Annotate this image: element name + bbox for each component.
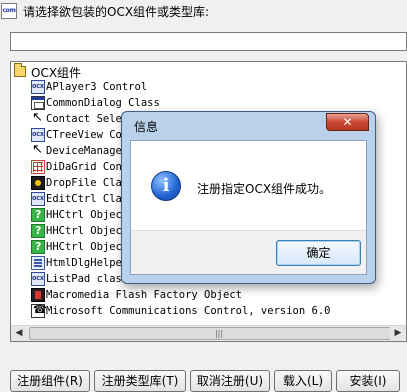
comm-icon [31,303,47,318]
tree-item[interactable]: CommonDialog Class [29,95,406,111]
cursor-icon [31,110,45,126]
dialog-body: i 注册指定OCX组件成功。 确定 [130,140,367,275]
info-icon: i [151,171,181,201]
tree-item-label: Macromedia Flash Factory Object [46,289,242,301]
tree-item-label: HHCtrl Object [46,241,129,253]
load-button[interactable]: 载入(L) [274,370,332,392]
search-input[interactable] [10,32,407,51]
tree-item-label: HHCtrl Object [46,209,129,221]
register-component-button[interactable]: 注册组件(R) [10,370,90,392]
tree-item[interactable]: Macromedia Flash Factory Object [29,287,406,303]
info-dialog: 信息 ✕ i 注册指定OCX组件成功。 确定 [121,111,376,284]
help-icon [31,240,45,254]
close-icon[interactable]: ✕ [326,113,369,131]
register-typelib-button[interactable]: 注册类型库(T) [94,370,186,392]
cursor-icon [31,142,45,158]
help-icon [31,208,45,222]
tree-item-label: HHCtrl Object [46,225,129,237]
flash-icon [31,288,45,302]
ocx-icon: OCX [31,80,45,94]
tree-item-label: APlayer3 Control [46,81,148,93]
dialog-title: 信息 [134,120,159,134]
button-bar: 注册组件(R) 注册类型库(T) 取消注册(U) 载入(L) 安装(I) [0,370,407,392]
unregister-button[interactable]: 取消注册(U) [190,370,270,392]
tree-item-label: HtmlDlgHelper [46,257,129,269]
dialog-footer: 确定 [131,230,366,274]
tree-item[interactable]: OCX APlayer3 Control [29,79,406,95]
tree-item-label: DeviceManager [46,145,129,157]
ocx-icon: OCX [31,192,45,206]
tree-item[interactable]: Microsoft Communications Control, versio… [29,303,406,319]
tree-item-label: ListPad class [46,273,129,285]
scroll-left-icon[interactable]: ◀ [11,326,27,341]
horizontal-scrollbar[interactable]: ◀ ▶ [11,325,406,341]
ocx-icon: OCX [31,272,45,286]
dialog-message: 注册指定OCX组件成功。 [197,182,332,196]
prompt-label: 请选择欲包装的OCX组件或类型库: [23,5,210,19]
html-icon [31,256,45,270]
tree-item-label: Microsoft Communications Control, versio… [46,305,331,317]
com-app-icon: com [1,3,17,19]
header: com 请选择欲包装的OCX组件或类型库: [0,0,407,22]
dropfile-icon [31,176,45,190]
ok-button[interactable]: 确定 [276,240,361,266]
ocx-icon: OCX [31,128,45,142]
grid-icon [31,160,45,174]
tree-item-label: CommonDialog Class [46,97,160,109]
dialog-icon [31,96,45,110]
scroll-thumb[interactable] [29,327,406,340]
scroll-right-icon[interactable]: ▶ [390,326,406,341]
folder-icon [14,63,26,77]
help-icon [31,224,45,238]
install-button[interactable]: 安装(I) [336,370,400,392]
